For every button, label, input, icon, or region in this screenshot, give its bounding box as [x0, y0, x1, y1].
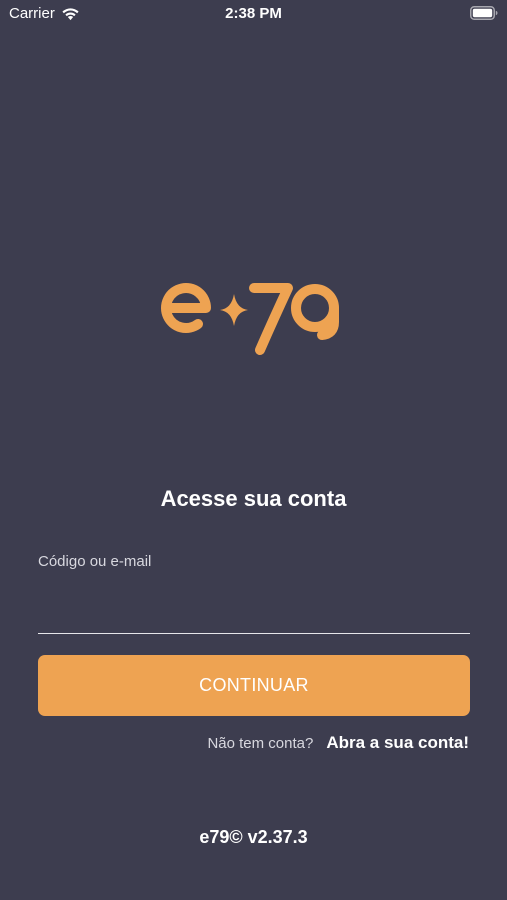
status-time: 2:38 PM	[225, 5, 282, 22]
login-field-label: Código ou e-mail	[38, 553, 152, 570]
login-code-email-input[interactable]	[38, 585, 470, 634]
battery-icon	[470, 6, 498, 20]
signup-question: Não tem conta?	[207, 735, 314, 752]
signup-link[interactable]: Abra a sua conta!	[326, 733, 469, 753]
continue-button[interactable]: CONTINUAR	[38, 655, 470, 716]
e79-logo	[161, 283, 339, 355]
page-title: Acesse sua conta	[160, 486, 347, 511]
app-version: e79© v2.37.3	[199, 827, 308, 847]
signup-row: Não tem conta? Abra a sua conta!	[207, 733, 469, 753]
status-bar: Carrier 2:38 PM	[0, 0, 507, 30]
